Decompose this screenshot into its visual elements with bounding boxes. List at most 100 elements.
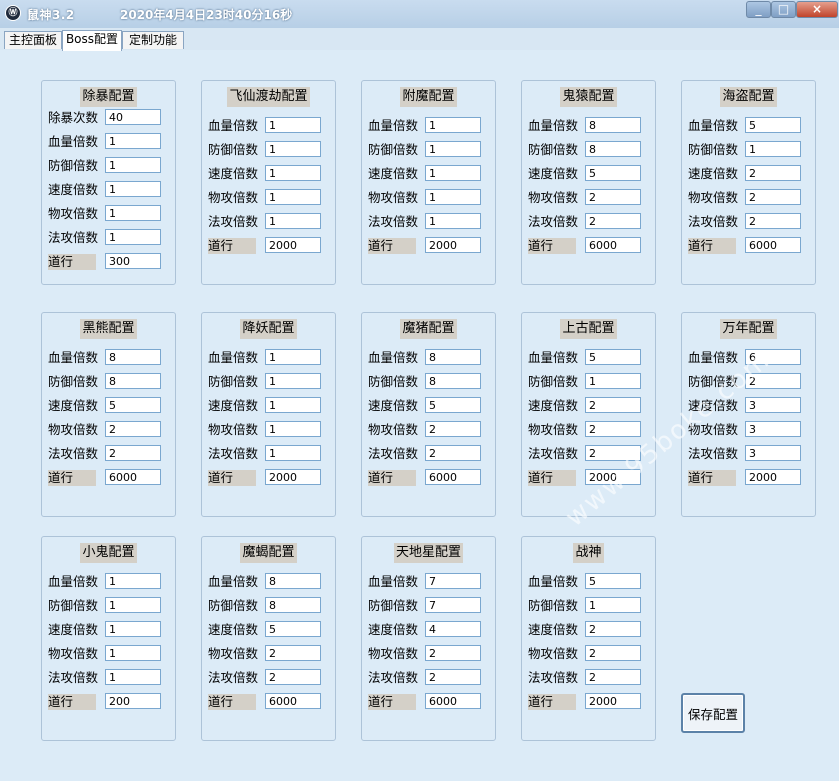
field-input[interactable] (425, 349, 481, 365)
field-input[interactable] (745, 189, 801, 205)
field-input[interactable] (265, 165, 321, 181)
field-input[interactable] (105, 421, 161, 437)
field-input[interactable] (265, 621, 321, 637)
field-input[interactable] (105, 397, 161, 413)
field-input[interactable] (585, 597, 641, 613)
field-input[interactable] (265, 213, 321, 229)
field-input[interactable] (265, 397, 321, 413)
field-input[interactable] (105, 621, 161, 637)
field-input[interactable] (105, 645, 161, 661)
field-input[interactable] (105, 205, 161, 221)
field-label: 血量倍数 (688, 350, 739, 365)
field-input[interactable] (745, 421, 801, 437)
field-input[interactable] (265, 445, 321, 461)
field-input[interactable] (585, 213, 641, 229)
tab-main-control[interactable]: 主控面板 (4, 31, 62, 49)
field-input[interactable] (425, 669, 481, 685)
field-input[interactable] (425, 421, 481, 437)
field-input[interactable] (585, 397, 641, 413)
field-input[interactable] (585, 349, 641, 365)
field-input[interactable] (745, 373, 801, 389)
maximize-button[interactable]: □ (771, 1, 796, 18)
field-input[interactable] (425, 213, 481, 229)
field-input[interactable] (265, 141, 321, 157)
field-input[interactable] (265, 349, 321, 365)
field-input[interactable] (585, 237, 641, 253)
field-input[interactable] (105, 109, 161, 125)
config-row: 血量倍数 (208, 349, 330, 367)
field-input[interactable] (265, 573, 321, 589)
field-input[interactable] (585, 189, 641, 205)
field-input[interactable] (585, 645, 641, 661)
field-input[interactable] (425, 621, 481, 637)
field-input[interactable] (425, 373, 481, 389)
field-input[interactable] (585, 621, 641, 637)
field-input[interactable] (265, 237, 321, 253)
field-input[interactable] (265, 669, 321, 685)
field-input[interactable] (265, 693, 321, 709)
field-input[interactable] (585, 421, 641, 437)
field-input[interactable] (425, 693, 481, 709)
field-input[interactable] (425, 117, 481, 133)
field-input[interactable] (745, 445, 801, 461)
field-input[interactable] (105, 349, 161, 365)
field-input[interactable] (745, 349, 801, 365)
field-input[interactable] (745, 397, 801, 413)
field-input[interactable] (745, 165, 801, 181)
field-input[interactable] (585, 117, 641, 133)
save-config-button[interactable]: 保存配置 (681, 693, 745, 733)
field-input[interactable] (745, 237, 801, 253)
field-input[interactable] (105, 157, 161, 173)
field-input[interactable] (585, 373, 641, 389)
field-input[interactable] (745, 117, 801, 133)
field-input[interactable] (425, 189, 481, 205)
field-input[interactable] (105, 253, 161, 269)
field-input[interactable] (265, 117, 321, 133)
field-input[interactable] (425, 597, 481, 613)
field-input[interactable] (425, 165, 481, 181)
config-row: 物攻倍数 (688, 189, 810, 207)
field-input[interactable] (425, 445, 481, 461)
field-input[interactable] (425, 573, 481, 589)
field-label: 速度倍数 (528, 622, 579, 637)
field-input[interactable] (265, 421, 321, 437)
field-input[interactable] (425, 237, 481, 253)
field-input[interactable] (265, 373, 321, 389)
field-input[interactable] (105, 573, 161, 589)
field-input[interactable] (585, 669, 641, 685)
field-label: 血量倍数 (48, 134, 99, 149)
field-input[interactable] (265, 645, 321, 661)
field-input[interactable] (105, 597, 161, 613)
field-input[interactable] (585, 573, 641, 589)
field-input[interactable] (585, 165, 641, 181)
minimize-button[interactable]: _ (746, 1, 771, 18)
field-input[interactable] (745, 469, 801, 485)
tab-custom-features[interactable]: 定制功能 (122, 31, 184, 49)
field-input[interactable] (745, 141, 801, 157)
field-input[interactable] (265, 597, 321, 613)
close-button[interactable]: × (796, 1, 838, 18)
field-input[interactable] (105, 133, 161, 149)
boss-group: 小鬼配置血量倍数防御倍数速度倍数物攻倍数法攻倍数道行 (41, 536, 176, 741)
field-input[interactable] (265, 469, 321, 485)
tab-boss-config[interactable]: Boss配置 (62, 30, 122, 51)
field-input[interactable] (105, 445, 161, 461)
field-input[interactable] (105, 181, 161, 197)
field-input[interactable] (585, 445, 641, 461)
field-input[interactable] (105, 469, 161, 485)
field-input[interactable] (265, 189, 321, 205)
field-input[interactable] (425, 141, 481, 157)
field-input[interactable] (105, 693, 161, 709)
field-input[interactable] (585, 693, 641, 709)
field-input[interactable] (105, 669, 161, 685)
field-input[interactable] (585, 469, 641, 485)
config-row: 除暴次数 (48, 109, 170, 127)
field-input[interactable] (585, 141, 641, 157)
field-input[interactable] (425, 397, 481, 413)
field-input[interactable] (105, 229, 161, 245)
field-input[interactable] (425, 469, 481, 485)
field-input[interactable] (745, 213, 801, 229)
field-input[interactable] (425, 645, 481, 661)
field-label: 防御倍数 (528, 374, 579, 389)
field-input[interactable] (105, 373, 161, 389)
